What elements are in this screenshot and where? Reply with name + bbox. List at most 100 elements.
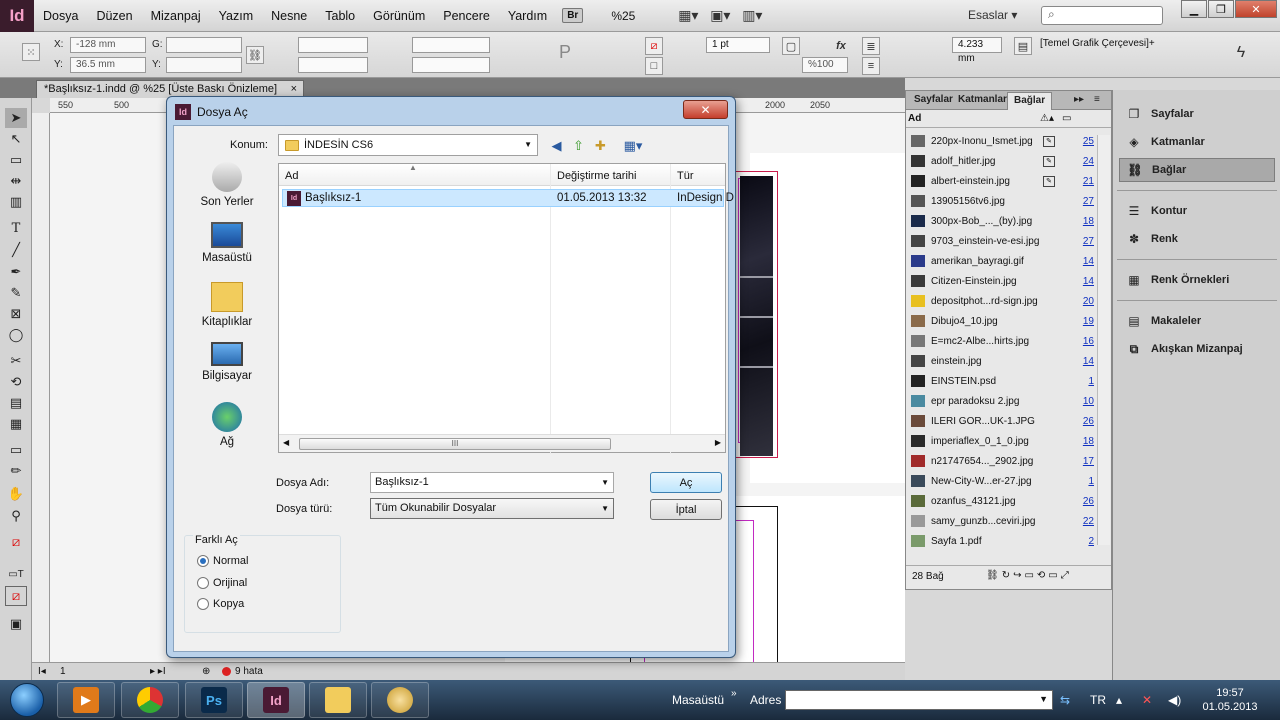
select-container-icon[interactable]: P xyxy=(556,42,574,62)
link-row[interactable]: Citizen-Einstein.jpg 14 xyxy=(906,271,1096,291)
align-icon[interactable]: ≡ xyxy=(862,57,880,75)
link-row[interactable]: amerikan_bayragi.gif 14 xyxy=(906,251,1096,271)
dialog-close-button[interactable]: ✕ xyxy=(683,100,728,119)
menu-dosya[interactable]: Dosya xyxy=(34,9,87,23)
link-row[interactable]: samy_gunzb...ceviri.jpg 22 xyxy=(906,511,1096,531)
column-name[interactable]: Ad xyxy=(908,113,921,124)
file-list-scrollbar[interactable]: ◀ III ▶ xyxy=(279,434,725,452)
stroke-swatch-icon[interactable]: □ xyxy=(645,57,663,75)
link-row[interactable]: Dibujo4_10.jpg 19 xyxy=(906,311,1096,331)
file-row[interactable]: Id Başlıksız-1 01.05.2013 13:32 InDesign… xyxy=(282,189,734,207)
link-page-number[interactable]: 19 xyxy=(1083,316,1094,327)
link-row[interactable]: 300px-Bob_..._(by).jpg 18 xyxy=(906,211,1096,231)
page-column-icon[interactable]: ▭ xyxy=(1062,113,1071,124)
hand-tool-icon[interactable]: ✋ xyxy=(5,484,27,504)
new-folder-icon[interactable]: ✚ xyxy=(592,137,609,154)
line-tool-icon[interactable]: ╱ xyxy=(5,240,27,260)
close-tab-icon[interactable]: × xyxy=(291,81,297,97)
link-row[interactable]: depositphot...rd-sign.jpg 20 xyxy=(906,291,1096,311)
tab-katmanlar[interactable]: Katmanlar xyxy=(958,94,1007,105)
go-icon[interactable]: ⇆ xyxy=(1060,693,1070,707)
eyedropper-tool-icon[interactable]: ✏ xyxy=(5,461,27,481)
link-page-number[interactable]: 14 xyxy=(1083,276,1094,287)
link-page-number[interactable]: 18 xyxy=(1083,436,1094,447)
link-row[interactable]: ILERI GOR...UK-1.JPG 26 xyxy=(906,411,1096,431)
link-page-number[interactable]: 2 xyxy=(1088,536,1094,547)
x-position-field[interactable]: -128 mm xyxy=(70,37,146,53)
link-page-number[interactable]: 18 xyxy=(1083,216,1094,227)
link-row[interactable]: EİNSTEİN.psd 1 xyxy=(906,371,1096,391)
link-page-number[interactable]: 24 xyxy=(1083,156,1094,167)
place-bilgisayar[interactable]: Bilgisayar xyxy=(184,342,270,382)
tab-sayfalar[interactable]: Sayfalar xyxy=(914,94,953,105)
link-page-number[interactable]: 16 xyxy=(1083,336,1094,347)
scroll-right-icon[interactable]: ▶ xyxy=(715,438,721,447)
menu-yardim[interactable]: Yardım xyxy=(499,9,556,23)
filetype-select[interactable]: Tüm Okunabilir Dosyalar ▼ xyxy=(370,498,614,519)
dock-makaleler[interactable]: ▤ Makaleler xyxy=(1119,309,1275,333)
link-row[interactable]: Sayfa 1.pdf 2 xyxy=(906,531,1096,551)
column-type[interactable]: Tür xyxy=(677,170,694,182)
menu-gorunum[interactable]: Görünüm xyxy=(364,9,434,23)
constrain-proportions-icon[interactable]: ⛓ xyxy=(246,46,264,64)
column-date[interactable]: Değiştirme tarihi xyxy=(557,170,636,182)
gradient-swatch-tool-icon[interactable]: ▤ xyxy=(5,393,27,413)
language-indicator[interactable]: TR xyxy=(1090,693,1106,707)
type-tool-icon[interactable]: T xyxy=(5,218,27,238)
clock[interactable]: 19:57 01.05.2013 xyxy=(1200,686,1260,714)
search-input[interactable]: ⌕ xyxy=(1041,6,1163,25)
filename-combo[interactable]: Başlıksız-1 ▼ xyxy=(370,472,614,493)
direct-selection-tool-icon[interactable]: ↖ xyxy=(5,129,27,149)
desktop-toolbar-label[interactable]: Masaüstü xyxy=(672,693,724,707)
taskbar-photoshop[interactable]: Ps xyxy=(185,682,243,718)
column-ad[interactable]: Ad xyxy=(285,170,298,182)
location-combo[interactable]: İNDESİN CS6 ▼ xyxy=(278,134,538,156)
apply-none-icon[interactable]: ⧄ xyxy=(5,586,27,606)
link-row[interactable]: 13905156tv6.jpg 27 xyxy=(906,191,1096,211)
panel-menu-icon[interactable]: ≡ xyxy=(1094,94,1100,105)
page-number-field[interactable]: 1 xyxy=(60,666,66,677)
lightning-icon[interactable]: ϟ xyxy=(1232,44,1250,62)
link-page-number[interactable]: 14 xyxy=(1083,356,1094,367)
link-page-number[interactable]: 20 xyxy=(1083,296,1094,307)
restore-button[interactable]: ❐ xyxy=(1208,0,1234,18)
selection-tool-icon[interactable]: ➤ xyxy=(5,108,27,128)
status-column-icon[interactable]: ⚠▴ xyxy=(1040,113,1054,124)
link-page-number[interactable]: 27 xyxy=(1083,236,1094,247)
ellipse-tool-icon[interactable]: ◯ xyxy=(5,325,27,345)
rotate-angle-dropdown[interactable] xyxy=(412,37,490,53)
link-row[interactable]: albert-einstein.jpg ✎ 21 xyxy=(906,171,1096,191)
dock-sayfalar[interactable]: ❐ Sayfalar xyxy=(1119,102,1275,126)
scissors-tool-icon[interactable]: ✂ xyxy=(5,351,27,371)
dock-kontur[interactable]: ☰ Kontur xyxy=(1119,199,1275,223)
view-menu-icon[interactable]: ▦▾ xyxy=(620,137,646,154)
radio-orijinal[interactable]: Orijinal xyxy=(197,577,247,589)
menu-duzen[interactable]: Düzen xyxy=(87,9,141,23)
menu-tablo[interactable]: Tablo xyxy=(316,9,364,23)
rectangle-frame-tool-icon[interactable]: ⊠ xyxy=(5,304,27,324)
frame-size-field[interactable]: 4.233 mm xyxy=(952,37,1002,64)
menu-yazim[interactable]: Yazım xyxy=(210,9,263,23)
menu-nesne[interactable]: Nesne xyxy=(262,9,316,23)
back-icon[interactable]: ◀ xyxy=(548,137,565,154)
volume-icon[interactable]: ◀) xyxy=(1168,693,1181,707)
pen-tool-icon[interactable]: ✒ xyxy=(5,262,27,282)
tab-baglar[interactable]: Bağlar xyxy=(1007,92,1053,110)
place-son-yerler[interactable]: Son Yerler xyxy=(184,162,270,208)
drop-shadow-icon[interactable]: ▢ xyxy=(782,37,800,55)
first-page-icon[interactable]: I◂ xyxy=(38,666,46,677)
link-page-number[interactable]: 22 xyxy=(1083,516,1094,527)
link-row[interactable]: E=mc2-Albe...hirts.jpg 16 xyxy=(906,331,1096,351)
place-ag[interactable]: Ağ xyxy=(184,402,270,448)
link-row[interactable]: 220px-Inonu_Ismet.jpg ✎ 25 xyxy=(906,131,1096,151)
free-transform-tool-icon[interactable]: ⟲ xyxy=(5,372,27,392)
scroll-thumb[interactable]: III xyxy=(299,438,611,450)
screen-mode-tool-icon[interactable]: ▣ xyxy=(5,614,27,634)
y-position-field[interactable]: 36.5 mm xyxy=(70,57,146,73)
link-row[interactable]: adolf_hitler.jpg ✎ 24 xyxy=(906,151,1096,171)
width-field[interactable] xyxy=(166,37,242,53)
dock-katmanlar[interactable]: ◈ Katmanlar xyxy=(1119,130,1275,154)
link-row[interactable]: 9703_einstein-ve-esi.jpg 27 xyxy=(906,231,1096,251)
fill-swatch-icon[interactable]: ⧄ xyxy=(645,37,663,55)
taskbar-indesign[interactable]: Id xyxy=(247,682,305,718)
